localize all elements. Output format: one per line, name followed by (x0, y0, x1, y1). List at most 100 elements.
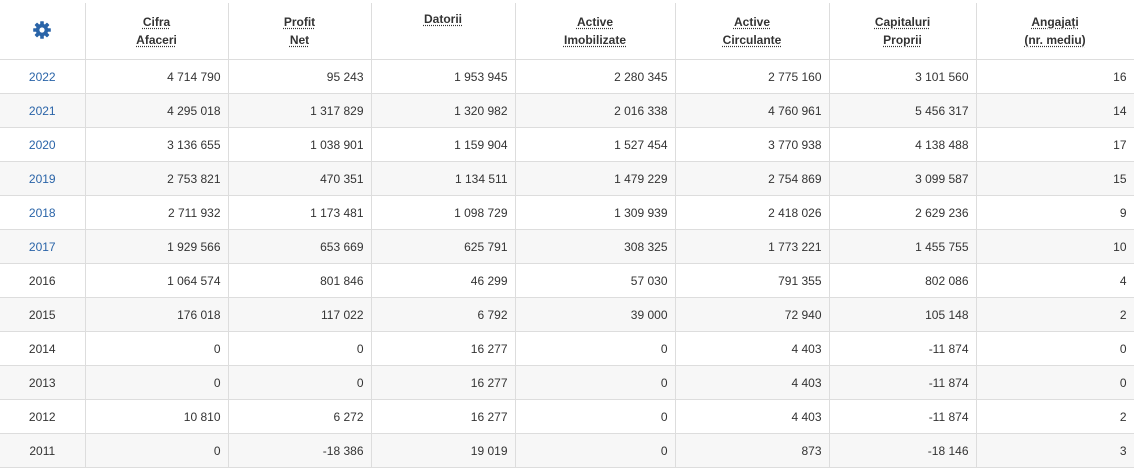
datorii-cell: 46 299 (371, 264, 515, 298)
active-circulante-cell: 4 403 (675, 332, 829, 366)
header-capitaluri-proprii[interactable]: Capitaluri Proprii (829, 3, 976, 60)
header-label-line1: Active (734, 13, 770, 31)
year-cell: 2011 (0, 434, 85, 468)
year-link[interactable]: 2018 (29, 206, 56, 220)
active-circulante-cell: 873 (675, 434, 829, 468)
header-label-line1: Active (577, 13, 613, 31)
table-row: 2014 0 0 16 277 0 4 403 -11 874 0 (0, 332, 1134, 366)
cifra-afaceri-cell: 4 295 018 (85, 94, 228, 128)
datorii-cell: 1 098 729 (371, 196, 515, 230)
header-label-line2: Proprii (883, 31, 922, 49)
active-imobilizate-cell: 308 325 (515, 230, 675, 264)
profit-net-cell: -18 386 (228, 434, 371, 468)
header-label-line1: Cifra (143, 13, 170, 31)
active-imobilizate-cell: 0 (515, 366, 675, 400)
active-imobilizate-cell: 0 (515, 400, 675, 434)
gear-icon[interactable] (32, 20, 52, 40)
angajati-cell: 10 (976, 230, 1134, 264)
cifra-afaceri-cell: 1 064 574 (85, 264, 228, 298)
header-angajati[interactable]: Angajați (nr. mediu) (976, 3, 1134, 60)
active-circulante-cell: 4 760 961 (675, 94, 829, 128)
year-label: 2011 (29, 444, 55, 458)
active-imobilizate-cell: 2 016 338 (515, 94, 675, 128)
header-row: Cifra Afaceri Profit Net Datorii Active Imo… (0, 3, 1134, 60)
header-active-circulante[interactable]: Active Circulante (675, 3, 829, 60)
active-circulante-cell: 4 403 (675, 366, 829, 400)
capitaluri-proprii-cell: 3 099 587 (829, 162, 976, 196)
active-circulante-cell: 4 403 (675, 400, 829, 434)
capitaluri-proprii-cell: 802 086 (829, 264, 976, 298)
datorii-cell: 1 159 904 (371, 128, 515, 162)
active-imobilizate-cell: 0 (515, 332, 675, 366)
active-circulante-cell: 2 754 869 (675, 162, 829, 196)
table-row: 2021 4 295 018 1 317 829 1 320 982 2 016 338… (0, 94, 1134, 128)
year-link[interactable]: 2019 (29, 172, 56, 186)
cifra-afaceri-cell: 0 (85, 434, 228, 468)
year-label: 2015 (29, 308, 56, 322)
header-cifra-afaceri[interactable]: Cifra Afaceri (85, 3, 228, 60)
angajati-cell: 9 (976, 196, 1134, 230)
datorii-cell: 16 277 (371, 332, 515, 366)
cifra-afaceri-cell: 10 810 (85, 400, 228, 434)
year-cell: 2022 (0, 60, 85, 94)
profit-net-cell: 95 243 (228, 60, 371, 94)
datorii-cell: 1 320 982 (371, 94, 515, 128)
angajati-cell: 2 (976, 400, 1134, 434)
table-body: 2022 4 714 790 95 243 1 953 945 2 280 345 2 7… (0, 60, 1134, 468)
header-datorii[interactable]: Datorii (371, 3, 515, 60)
active-imobilizate-cell: 2 280 345 (515, 60, 675, 94)
angajati-cell: 0 (976, 332, 1134, 366)
header-label-line2: (nr. mediu) (1024, 31, 1085, 49)
datorii-cell: 1 134 511 (371, 162, 515, 196)
capitaluri-proprii-cell: 2 629 236 (829, 196, 976, 230)
header-label-line1: Capitaluri (875, 13, 930, 31)
header-label-line2: Net (290, 31, 309, 49)
table-row: 2012 10 810 6 272 16 277 0 4 403 -11 874 2 (0, 400, 1134, 434)
header-active-imobilizate[interactable]: Active Imobilizate (515, 3, 675, 60)
profit-net-cell: 653 669 (228, 230, 371, 264)
year-cell: 2017 (0, 230, 85, 264)
active-imobilizate-cell: 39 000 (515, 298, 675, 332)
datorii-cell: 625 791 (371, 230, 515, 264)
angajati-cell: 15 (976, 162, 1134, 196)
year-label: 2013 (29, 376, 56, 390)
active-circulante-cell: 1 773 221 (675, 230, 829, 264)
cifra-afaceri-cell: 1 929 566 (85, 230, 228, 264)
table-row: 2011 0 -18 386 19 019 0 873 -18 146 3 (0, 434, 1134, 468)
angajati-cell: 14 (976, 94, 1134, 128)
financial-table: Cifra Afaceri Profit Net Datorii Active Imo… (0, 3, 1134, 468)
year-cell: 2013 (0, 366, 85, 400)
year-cell: 2015 (0, 298, 85, 332)
cifra-afaceri-cell: 2 753 821 (85, 162, 228, 196)
year-cell: 2019 (0, 162, 85, 196)
cifra-afaceri-cell: 4 714 790 (85, 60, 228, 94)
year-link[interactable]: 2021 (29, 104, 56, 118)
active-circulante-cell: 2 775 160 (675, 60, 829, 94)
settings-cell (0, 3, 85, 60)
profit-net-cell: 0 (228, 332, 371, 366)
header-label-line1: Profit (284, 13, 315, 31)
header-label-line1: Angajați (1031, 13, 1078, 31)
capitaluri-proprii-cell: 105 148 (829, 298, 976, 332)
datorii-cell: 16 277 (371, 366, 515, 400)
capitaluri-proprii-cell: 4 138 488 (829, 128, 976, 162)
capitaluri-proprii-cell: 5 456 317 (829, 94, 976, 128)
cifra-afaceri-cell: 2 711 932 (85, 196, 228, 230)
capitaluri-proprii-cell: -11 874 (829, 332, 976, 366)
active-circulante-cell: 2 418 026 (675, 196, 829, 230)
capitaluri-proprii-cell: 3 101 560 (829, 60, 976, 94)
year-cell: 2021 (0, 94, 85, 128)
capitaluri-proprii-cell: -11 874 (829, 366, 976, 400)
profit-net-cell: 0 (228, 366, 371, 400)
active-imobilizate-cell: 0 (515, 434, 675, 468)
profit-net-cell: 470 351 (228, 162, 371, 196)
profit-net-cell: 6 272 (228, 400, 371, 434)
capitaluri-proprii-cell: 1 455 755 (829, 230, 976, 264)
active-imobilizate-cell: 1 309 939 (515, 196, 675, 230)
header-profit-net[interactable]: Profit Net (228, 3, 371, 60)
year-link[interactable]: 2020 (29, 138, 56, 152)
year-link[interactable]: 2022 (29, 70, 56, 84)
year-link[interactable]: 2017 (29, 240, 56, 254)
profit-net-cell: 117 022 (228, 298, 371, 332)
header-label-line1: Datorii (424, 10, 462, 28)
